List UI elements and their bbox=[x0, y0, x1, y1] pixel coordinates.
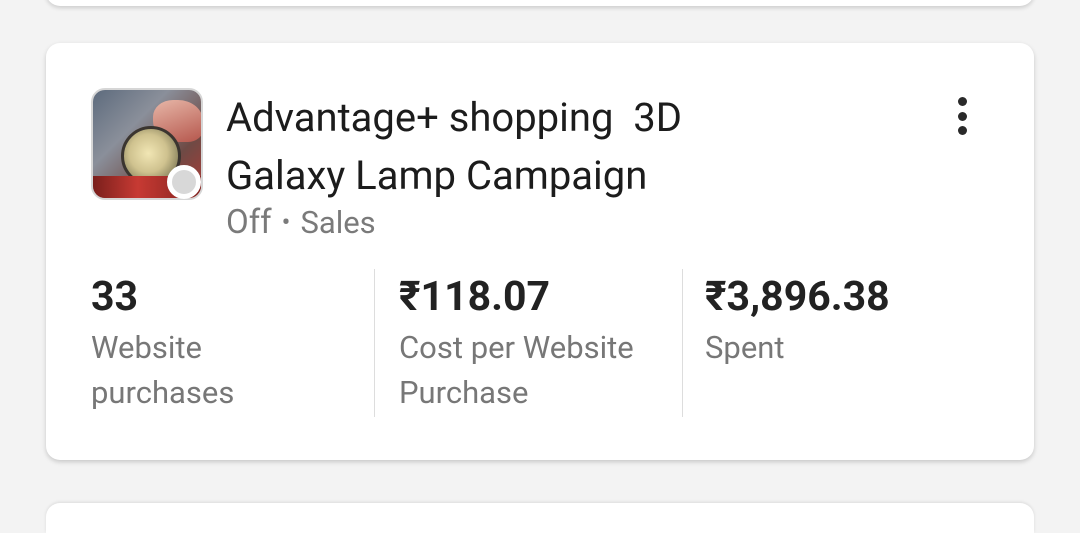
more-dot-1 bbox=[957, 97, 967, 106]
campaign-card[interactable]: Advantage+ shopping 3D Galaxy Lamp Campa… bbox=[46, 43, 1034, 460]
campaign-subtitle: Off • Sales bbox=[226, 203, 376, 243]
campaign-objective: Sales bbox=[300, 204, 376, 241]
metric-spent: ₹3,896.38 Spent bbox=[705, 43, 890, 366]
metric-cost-per-purchase: ₹118.07 Cost per Website Purchase bbox=[399, 43, 634, 411]
metric-website-purchases: 33 Website purchases bbox=[91, 43, 234, 411]
metric-divider bbox=[682, 269, 683, 417]
metric-value: ₹3,896.38 bbox=[705, 273, 890, 321]
metric-divider bbox=[374, 269, 375, 417]
metric-label: Cost per Website Purchase bbox=[399, 329, 634, 411]
previous-campaign-card[interactable] bbox=[46, 0, 1034, 6]
more-options-icon[interactable] bbox=[942, 91, 982, 141]
metric-label: Spent bbox=[705, 329, 785, 366]
metric-value: ₹118.07 bbox=[399, 273, 551, 321]
subtitle-separator: • bbox=[281, 208, 291, 238]
more-dot-2 bbox=[957, 111, 967, 121]
metric-label: Website purchases bbox=[91, 329, 235, 411]
more-dot-3 bbox=[957, 126, 967, 135]
campaign-status: Off bbox=[226, 203, 272, 242]
metric-value: 33 bbox=[91, 273, 139, 321]
